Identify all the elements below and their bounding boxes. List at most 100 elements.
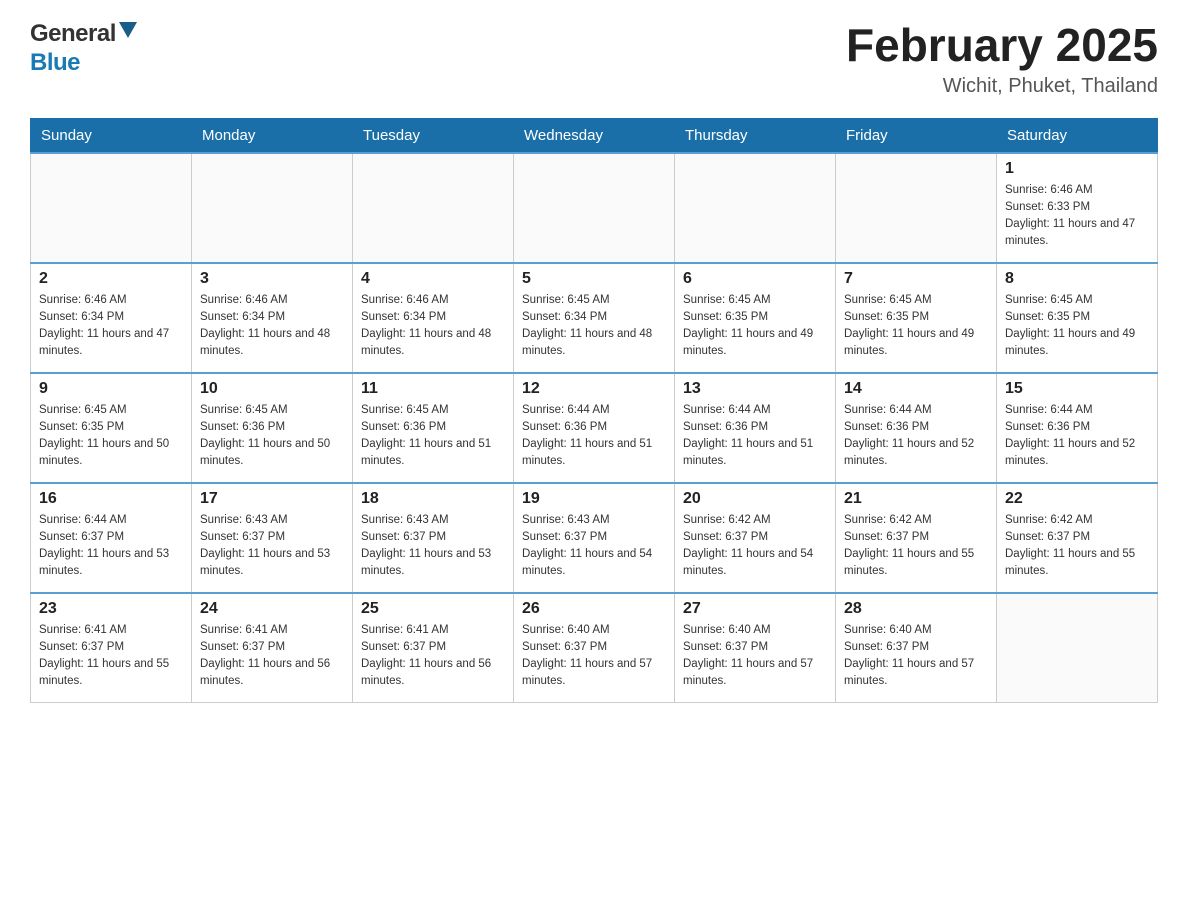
calendar-cell: 17 Sunrise: 6:43 AMSunset: 6:37 PMDayligh… bbox=[192, 483, 353, 593]
day-number: 20 bbox=[683, 490, 827, 508]
day-info: Sunrise: 6:43 AMSunset: 6:37 PMDaylight:… bbox=[522, 512, 666, 581]
day-number: 16 bbox=[39, 490, 183, 508]
calendar-cell: 10 Sunrise: 6:45 AMSunset: 6:36 PMDayligh… bbox=[192, 373, 353, 483]
calendar-cell bbox=[997, 593, 1158, 703]
day-info: Sunrise: 6:41 AMSunset: 6:37 PMDaylight:… bbox=[361, 622, 505, 691]
day-info: Sunrise: 6:46 AMSunset: 6:34 PMDaylight:… bbox=[39, 292, 183, 361]
day-number: 21 bbox=[844, 490, 988, 508]
day-number: 15 bbox=[1005, 380, 1149, 398]
day-number: 3 bbox=[200, 270, 344, 288]
day-info: Sunrise: 6:45 AMSunset: 6:35 PMDaylight:… bbox=[844, 292, 988, 361]
day-info: Sunrise: 6:43 AMSunset: 6:37 PMDaylight:… bbox=[361, 512, 505, 581]
day-number: 6 bbox=[683, 270, 827, 288]
day-info: Sunrise: 6:45 AMSunset: 6:35 PMDaylight:… bbox=[683, 292, 827, 361]
day-info: Sunrise: 6:45 AMSunset: 6:35 PMDaylight:… bbox=[1005, 292, 1149, 361]
day-info: Sunrise: 6:40 AMSunset: 6:37 PMDaylight:… bbox=[683, 622, 827, 691]
calendar-cell: 16 Sunrise: 6:44 AMSunset: 6:37 PMDayligh… bbox=[31, 483, 192, 593]
day-number: 22 bbox=[1005, 490, 1149, 508]
weekday-header-monday: Monday bbox=[192, 118, 353, 153]
calendar-cell: 1 Sunrise: 6:46 AMSunset: 6:33 PMDaylight… bbox=[997, 153, 1158, 263]
day-info: Sunrise: 6:46 AMSunset: 6:33 PMDaylight:… bbox=[1005, 182, 1149, 251]
day-number: 2 bbox=[39, 270, 183, 288]
logo-general: General bbox=[30, 20, 116, 49]
calendar-cell: 21 Sunrise: 6:42 AMSunset: 6:37 PMDayligh… bbox=[836, 483, 997, 593]
day-number: 17 bbox=[200, 490, 344, 508]
day-info: Sunrise: 6:45 AMSunset: 6:35 PMDaylight:… bbox=[39, 402, 183, 471]
calendar-cell: 22 Sunrise: 6:42 AMSunset: 6:37 PMDayligh… bbox=[997, 483, 1158, 593]
calendar-cell: 18 Sunrise: 6:43 AMSunset: 6:37 PMDayligh… bbox=[353, 483, 514, 593]
day-number: 12 bbox=[522, 380, 666, 398]
weekday-header-friday: Friday bbox=[836, 118, 997, 153]
day-number: 4 bbox=[361, 270, 505, 288]
day-number: 11 bbox=[361, 380, 505, 398]
calendar-cell: 25 Sunrise: 6:41 AMSunset: 6:37 PMDayligh… bbox=[353, 593, 514, 703]
day-number: 28 bbox=[844, 600, 988, 618]
calendar-week-3: 9 Sunrise: 6:45 AMSunset: 6:35 PMDaylight… bbox=[31, 373, 1158, 483]
day-number: 19 bbox=[522, 490, 666, 508]
calendar-week-1: 1 Sunrise: 6:46 AMSunset: 6:33 PMDaylight… bbox=[31, 153, 1158, 263]
weekday-header-sunday: Sunday bbox=[31, 118, 192, 153]
calendar-cell: 15 Sunrise: 6:44 AMSunset: 6:36 PMDayligh… bbox=[997, 373, 1158, 483]
calendar-cell bbox=[514, 153, 675, 263]
day-number: 13 bbox=[683, 380, 827, 398]
calendar-cell: 26Sunrise: 6:40 AMSunset: 6:37 PMDayligh… bbox=[514, 593, 675, 703]
day-number: 23 bbox=[39, 600, 183, 618]
calendar-cell: 24Sunrise: 6:41 AMSunset: 6:37 PMDayligh… bbox=[192, 593, 353, 703]
calendar-cell bbox=[192, 153, 353, 263]
day-number: 26 bbox=[522, 600, 666, 618]
day-number: 10 bbox=[200, 380, 344, 398]
calendar-week-5: 23 Sunrise: 6:41 AMSunset: 6:37 PMDayligh… bbox=[31, 593, 1158, 703]
calendar-cell: 23Sunrise: 6:41 AMSunset: 6:37 PMDayligh… bbox=[31, 593, 192, 703]
weekday-header-tuesday: Tuesday bbox=[353, 118, 514, 153]
day-info: Sunrise: 6:44 AMSunset: 6:36 PMDaylight:… bbox=[1005, 402, 1149, 471]
day-info: Sunrise: 6:42 AMSunset: 6:37 PMDaylight:… bbox=[844, 512, 988, 581]
calendar-cell: 9 Sunrise: 6:45 AMSunset: 6:35 PMDaylight… bbox=[31, 373, 192, 483]
logo-blue: Blue bbox=[30, 49, 80, 76]
month-title: February 2025 bbox=[846, 20, 1158, 71]
calendar-week-4: 16 Sunrise: 6:44 AMSunset: 6:37 PMDayligh… bbox=[31, 483, 1158, 593]
day-info: Sunrise: 6:45 AMSunset: 6:36 PMDaylight:… bbox=[361, 402, 505, 471]
calendar-cell: 6 Sunrise: 6:45 AMSunset: 6:35 PMDaylight… bbox=[675, 263, 836, 373]
calendar-cell bbox=[675, 153, 836, 263]
day-number: 8 bbox=[1005, 270, 1149, 288]
day-number: 18 bbox=[361, 490, 505, 508]
day-info: Sunrise: 6:46 AMSunset: 6:34 PMDaylight:… bbox=[200, 292, 344, 361]
title-section: February 2025 Wichit, Phuket, Thailand bbox=[846, 20, 1158, 98]
calendar-cell: 4 Sunrise: 6:46 AMSunset: 6:34 PMDaylight… bbox=[353, 263, 514, 373]
day-info: Sunrise: 6:44 AMSunset: 6:36 PMDaylight:… bbox=[683, 402, 827, 471]
day-info: Sunrise: 6:40 AMSunset: 6:37 PMDaylight:… bbox=[844, 622, 988, 691]
weekday-header-thursday: Thursday bbox=[675, 118, 836, 153]
calendar-cell: 13 Sunrise: 6:44 AMSunset: 6:36 PMDayligh… bbox=[675, 373, 836, 483]
calendar-cell: 5 Sunrise: 6:45 AMSunset: 6:34 PMDaylight… bbox=[514, 263, 675, 373]
day-info: Sunrise: 6:42 AMSunset: 6:37 PMDaylight:… bbox=[1005, 512, 1149, 581]
day-number: 24 bbox=[200, 600, 344, 618]
day-info: Sunrise: 6:43 AMSunset: 6:37 PMDaylight:… bbox=[200, 512, 344, 581]
page-header: General Blue February 2025 Wichit, Phuke… bbox=[30, 20, 1158, 98]
day-number: 7 bbox=[844, 270, 988, 288]
calendar-cell: 28 Sunrise: 6:40 AMSunset: 6:37 PMDayligh… bbox=[836, 593, 997, 703]
logo: General Blue bbox=[30, 20, 137, 78]
calendar-cell: 3 Sunrise: 6:46 AMSunset: 6:34 PMDaylight… bbox=[192, 263, 353, 373]
day-number: 9 bbox=[39, 380, 183, 398]
day-number: 5 bbox=[522, 270, 666, 288]
day-info: Sunrise: 6:44 AMSunset: 6:36 PMDaylight:… bbox=[844, 402, 988, 471]
calendar-cell: 7 Sunrise: 6:45 AMSunset: 6:35 PMDaylight… bbox=[836, 263, 997, 373]
weekday-header-wednesday: Wednesday bbox=[514, 118, 675, 153]
day-info: Sunrise: 6:46 AMSunset: 6:34 PMDaylight:… bbox=[361, 292, 505, 361]
day-info: Sunrise: 6:44 AMSunset: 6:36 PMDaylight:… bbox=[522, 402, 666, 471]
calendar-cell: 2 Sunrise: 6:46 AMSunset: 6:34 PMDaylight… bbox=[31, 263, 192, 373]
calendar-cell bbox=[31, 153, 192, 263]
calendar-cell: 19 Sunrise: 6:43 AMSunset: 6:37 PMDayligh… bbox=[514, 483, 675, 593]
day-info: Sunrise: 6:44 AMSunset: 6:37 PMDaylight:… bbox=[39, 512, 183, 581]
calendar-cell: 11 Sunrise: 6:45 AMSunset: 6:36 PMDayligh… bbox=[353, 373, 514, 483]
day-number: 25 bbox=[361, 600, 505, 618]
calendar-cell: 27Sunrise: 6:40 AMSunset: 6:37 PMDayligh… bbox=[675, 593, 836, 703]
day-info: Sunrise: 6:45 AMSunset: 6:34 PMDaylight:… bbox=[522, 292, 666, 361]
day-info: Sunrise: 6:45 AMSunset: 6:36 PMDaylight:… bbox=[200, 402, 344, 471]
calendar-cell: 20 Sunrise: 6:42 AMSunset: 6:37 PMDayligh… bbox=[675, 483, 836, 593]
day-info: Sunrise: 6:42 AMSunset: 6:37 PMDaylight:… bbox=[683, 512, 827, 581]
calendar-cell: 8 Sunrise: 6:45 AMSunset: 6:35 PMDaylight… bbox=[997, 263, 1158, 373]
calendar-cell bbox=[353, 153, 514, 263]
day-number: 1 bbox=[1005, 160, 1149, 178]
day-number: 14 bbox=[844, 380, 988, 398]
